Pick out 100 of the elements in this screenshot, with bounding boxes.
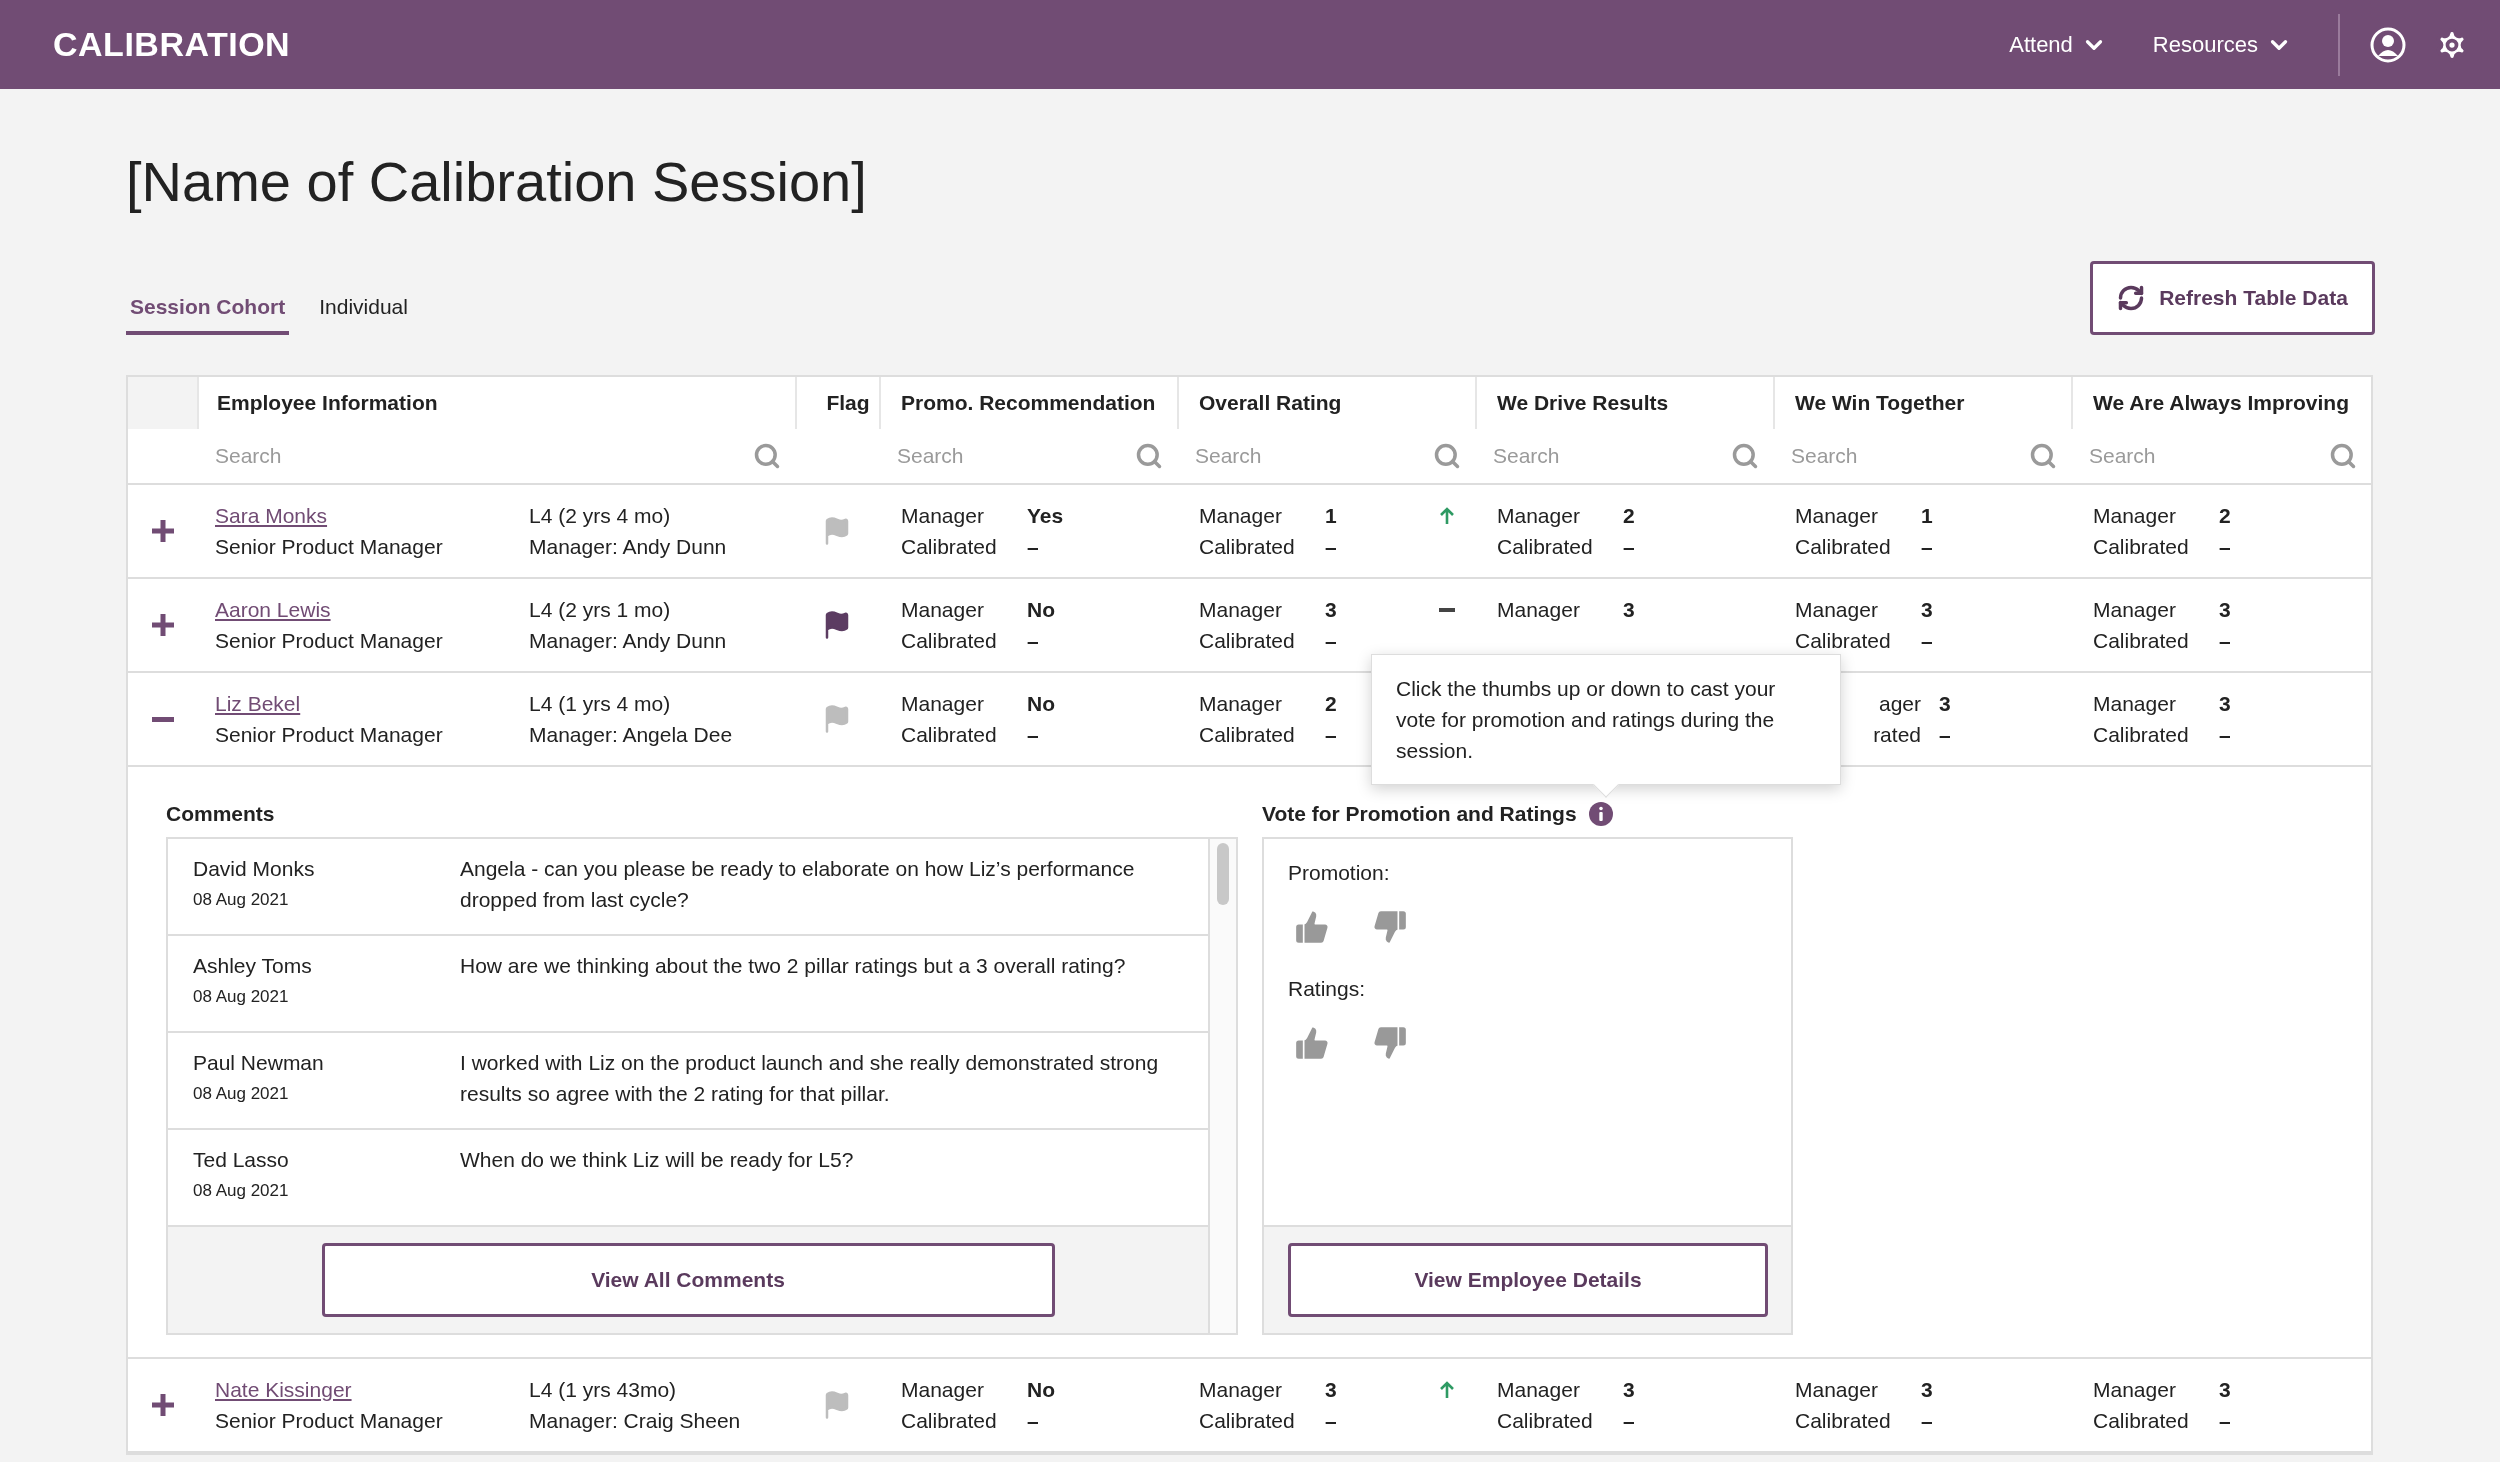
view-employee-details-button[interactable]: View Employee Details <box>1288 1243 1768 1317</box>
rating-value: 2 <box>1623 503 1635 529</box>
rating-label: Manager <box>901 1377 984 1403</box>
rating-label: Calibrated <box>1795 628 1891 654</box>
employee-level: L4 (2 yrs 1 mo) <box>529 597 672 623</box>
scrollbar[interactable] <box>1208 839 1236 1333</box>
employee-level: L4 (1 yrs 4 mo) <box>529 691 672 717</box>
rating-label: Manager <box>1795 503 1878 529</box>
comment-author: Ted Lasso <box>193 1147 290 1173</box>
employee-name-link[interactable]: Aaron Lewis <box>215 594 331 625</box>
search-icon[interactable] <box>1433 442 1461 470</box>
search-field[interactable]: Search <box>1491 443 1731 469</box>
rating-value: – <box>1921 534 1933 560</box>
rating-label: Manager <box>1199 1377 1282 1403</box>
rating-label: Manager <box>2093 597 2176 623</box>
info-icon[interactable] <box>1588 802 1613 826</box>
rating-label: Calibrated <box>2093 628 2189 654</box>
search-field[interactable]: Search <box>1193 443 1433 469</box>
rating-value: – <box>1027 1408 1039 1434</box>
column-header: Flag <box>826 391 870 415</box>
search-field[interactable]: Search <box>895 443 1135 469</box>
search-icon[interactable] <box>1731 442 1759 470</box>
rating-label: Calibrated <box>1497 534 1593 560</box>
rating-value: 3 <box>1325 597 1337 623</box>
rating-value: – <box>1623 534 1635 560</box>
employee-manager: Manager: Andy Dunn <box>529 628 728 654</box>
rating-value: 3 <box>1921 597 1933 623</box>
rating-label: Manager <box>2093 691 2176 717</box>
rating-label: Calibrated <box>901 628 997 654</box>
rating-value: – <box>1027 722 1039 748</box>
column-header: We Are Always Improving <box>2093 391 2349 415</box>
employee-manager: Manager: Craig Sheen <box>529 1408 742 1434</box>
rating-label: Manager <box>1795 597 1878 623</box>
employee-role: Senior Product Manager <box>215 628 444 654</box>
refresh-icon <box>2117 284 2146 312</box>
vote-label: Promotion: <box>1288 861 1390 884</box>
rating-value: No <box>1027 1377 1055 1403</box>
page-title: [Name of Calibration Session] <box>126 149 868 215</box>
search-field[interactable]: Search <box>2087 443 2329 469</box>
rating-label: Calibrated <box>1795 534 1891 560</box>
rating-value: – <box>1921 1408 1933 1434</box>
plus-icon <box>151 1394 174 1416</box>
minus-icon <box>151 716 174 722</box>
rating-label: Calibrated <box>901 1408 997 1434</box>
comment-author: Paul Newman <box>193 1050 325 1076</box>
search-icon[interactable] <box>2329 442 2357 470</box>
nav-menu[interactable]: Attend <box>2009 31 2107 58</box>
rating-label: Manager <box>1199 597 1282 623</box>
employee-name-link[interactable]: Liz Bekel <box>215 688 301 719</box>
employee-level: L4 (1 yrs 43mo) <box>529 1377 678 1403</box>
vote-label: Ratings: <box>1288 977 1366 1000</box>
refresh-button[interactable]: Refresh Table Data <box>2090 261 2375 335</box>
rating-value: 1 <box>1325 503 1337 529</box>
view-all-comments-button[interactable]: View All Comments <box>321 1243 1055 1317</box>
rating-value: – <box>2219 534 2231 560</box>
rating-label: Manager <box>901 503 984 529</box>
rating-value: No <box>1027 691 1055 717</box>
rating-value: – <box>1325 1408 1337 1434</box>
rating-value: 3 <box>2219 1377 2231 1403</box>
comment-date: 08 Aug 2021 <box>193 889 290 911</box>
search-icon[interactable] <box>1135 442 1163 470</box>
rating-value: 2 <box>2219 503 2231 529</box>
rating-value: 1 <box>1921 503 1933 529</box>
section-title: Comments <box>166 802 275 826</box>
rating-label: ager <box>1878 691 1921 717</box>
rating-value: – <box>2219 1408 2231 1434</box>
rating-value: – <box>1027 628 1039 654</box>
employee-name-link[interactable]: Sara Monks <box>215 500 328 531</box>
search-icon[interactable] <box>753 442 781 470</box>
rating-value: 3 <box>1921 1377 1933 1403</box>
search-field[interactable]: Search <box>1789 443 2029 469</box>
employee-role: Senior Product Manager <box>215 534 444 560</box>
rating-value: – <box>1325 628 1337 654</box>
app-logo: CALIBRATION <box>53 25 292 64</box>
nav-menu[interactable]: Resources <box>2152 31 2292 58</box>
rating-value: 3 <box>1325 1377 1337 1403</box>
plus-icon <box>151 614 174 636</box>
rating-value: – <box>1325 534 1337 560</box>
search-field[interactable]: Search <box>213 443 753 469</box>
comment-text: Angela - can you please be ready to elaborate on how Liz’s performance dropped from last cycle? <box>460 856 1136 913</box>
comment-author: Ashley Toms <box>193 953 313 979</box>
rating-label: Manager <box>1199 503 1282 529</box>
rating-value: – <box>1325 722 1337 748</box>
rating-label: Manager <box>1795 1377 1878 1403</box>
user-icon[interactable] <box>2370 26 2406 63</box>
column-header: We Drive Results <box>1497 391 1669 415</box>
tab[interactable]: Individual <box>315 295 412 335</box>
rating-label: Calibrated <box>1795 1408 1891 1434</box>
search-icon[interactable] <box>2029 442 2057 470</box>
tab[interactable]: Session Cohort <box>126 295 290 335</box>
employee-name-link[interactable]: Nate Kissinger <box>215 1374 352 1405</box>
employee-role: Senior Product Manager <box>215 722 444 748</box>
rating-label: Manager <box>2093 503 2176 529</box>
rating-label: Calibrated <box>2093 722 2189 748</box>
rating-value: – <box>1623 1408 1635 1434</box>
rating-label: rated <box>1873 722 1921 748</box>
rating-label: Manager <box>901 691 984 717</box>
rating-label: Manager <box>1497 503 1580 529</box>
rating-value: 3 <box>1938 691 1951 717</box>
column-header: We Win Together <box>1795 391 1965 415</box>
